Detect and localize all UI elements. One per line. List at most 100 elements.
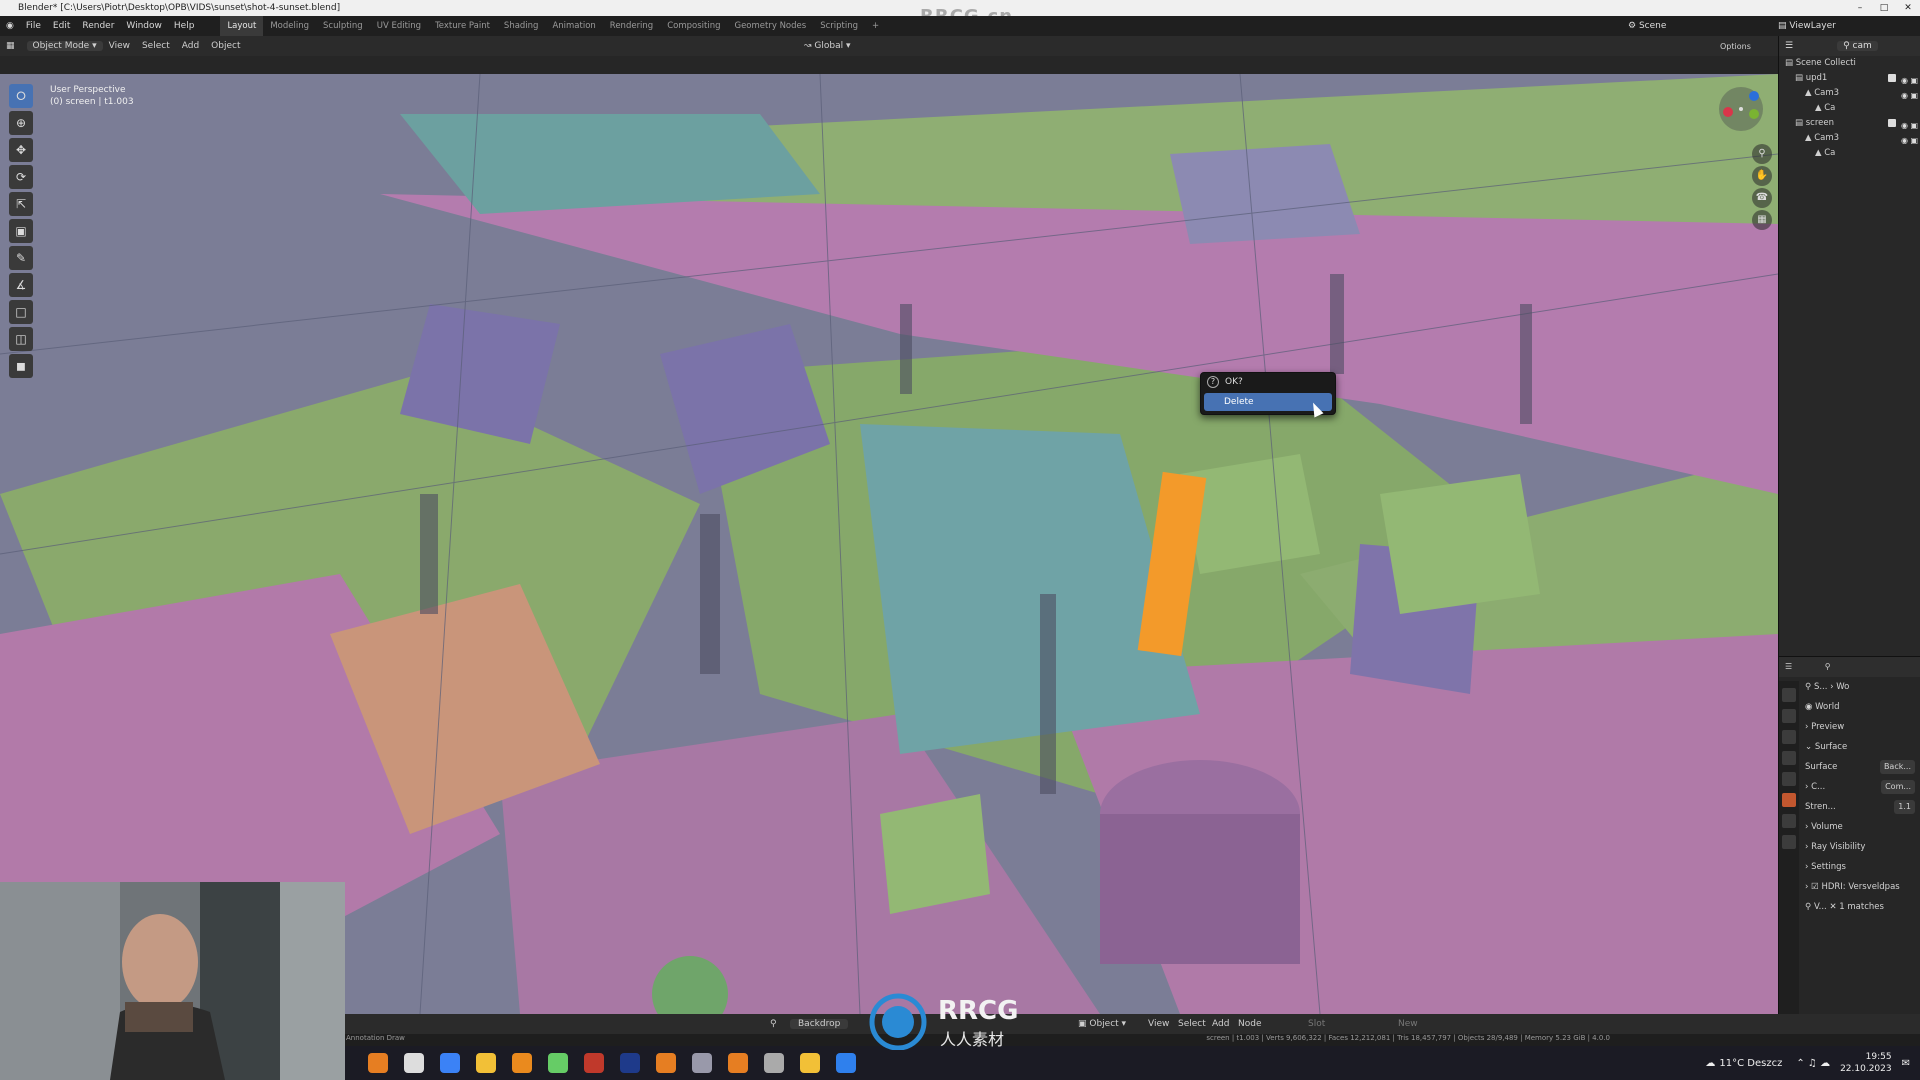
viewlayer-selector[interactable]: ▤ ViewLayer [1778, 21, 1836, 31]
render-tab-icon[interactable] [1782, 709, 1796, 723]
navigation-gizmo[interactable] [1716, 84, 1766, 134]
view-layer-tab-icon[interactable] [1782, 751, 1796, 765]
pan-icon[interactable]: ✋ [1752, 166, 1772, 186]
move-icon[interactable]: ✥ [9, 138, 33, 162]
app-taskbar-icon[interactable] [836, 1053, 856, 1073]
tab-texture-paint[interactable]: Texture Paint [428, 16, 497, 36]
close-icon[interactable]: ✕ [1896, 0, 1920, 16]
exclude-checkbox[interactable] [1888, 119, 1896, 127]
outliner-row[interactable]: ▲ Cam3 ◉ ▣ [1779, 131, 1920, 146]
frame-icon[interactable]: ◼ [9, 354, 33, 378]
maximize-icon[interactable]: □ [1872, 0, 1896, 16]
transform-icon[interactable]: ▣ [9, 219, 33, 243]
tab-compositing[interactable]: Compositing [660, 16, 727, 36]
menu-object[interactable]: Object [205, 41, 246, 51]
tool-tab-icon[interactable] [1782, 688, 1796, 702]
surface-value[interactable]: Back... [1879, 760, 1915, 774]
orientation-dropdown[interactable]: ↝ Global ▾ [798, 41, 857, 51]
menu-render[interactable]: Render [76, 21, 120, 31]
obs-taskbar-icon[interactable] [764, 1053, 784, 1073]
output-tab-icon[interactable] [1782, 730, 1796, 744]
color-value[interactable]: Com... [1881, 780, 1915, 794]
blender-taskbar-icon[interactable] [656, 1053, 676, 1073]
menu-window[interactable]: Window [120, 21, 168, 31]
outliner-row[interactable]: ▲ Cam3 ◉ ▣ [1779, 86, 1920, 101]
menu-select[interactable]: Select [1178, 1019, 1206, 1029]
annotate-icon[interactable]: ✎ [9, 246, 33, 270]
cursor-icon[interactable]: ⊕ [9, 111, 33, 135]
object-type-dropdown[interactable]: ▣ Object ▾ [1078, 1019, 1126, 1029]
app-taskbar-icon[interactable] [692, 1053, 712, 1073]
menu-file[interactable]: File [20, 21, 47, 31]
scale-icon[interactable]: ⇱ [9, 192, 33, 216]
tab-rendering[interactable]: Rendering [603, 16, 660, 36]
object-tab-icon[interactable] [1782, 835, 1796, 849]
tab-shading[interactable]: Shading [497, 16, 546, 36]
collection-tab-icon[interactable] [1782, 814, 1796, 828]
mode-dropdown[interactable]: Object Mode ▾ [26, 41, 103, 51]
menu-node[interactable]: Node [1238, 1019, 1262, 1029]
menu-select[interactable]: Select [136, 41, 176, 51]
extrude-icon[interactable]: ◫ [9, 327, 33, 351]
tab-sculpting[interactable]: Sculpting [316, 16, 370, 36]
tab-scripting[interactable]: Scripting [813, 16, 865, 36]
backdrop-button[interactable]: Backdrop [790, 1019, 849, 1029]
blender-taskbar-icon[interactable] [368, 1053, 388, 1073]
outliner-type-icon[interactable]: ☰ [1785, 41, 1793, 51]
select-box-icon[interactable]: ⭘ [9, 84, 33, 108]
menu-help[interactable]: Help [168, 21, 201, 31]
scene-tab-icon[interactable] [1782, 772, 1796, 786]
tab-animation[interactable]: Animation [545, 16, 602, 36]
blender-taskbar-icon[interactable] [728, 1053, 748, 1073]
explorer-taskbar-icon[interactable] [440, 1053, 460, 1073]
editor-type-icon[interactable]: ▦ [0, 41, 21, 51]
clock[interactable]: 19:55 22.10.2023 [1840, 1051, 1892, 1075]
rotate-icon[interactable]: ⟳ [9, 165, 33, 189]
prop-row-surface[interactable]: Surface Back... [1801, 757, 1920, 777]
prop-row-volume[interactable]: › Volume [1801, 817, 1920, 837]
blender-logo-icon[interactable]: ◉ [0, 21, 20, 31]
notification-icon[interactable]: ✉ [1902, 1058, 1910, 1069]
tray-icons[interactable]: ⌃ ♫ ☁ [1796, 1058, 1830, 1069]
outliner-row[interactable]: ▤ upd1 ◉ ▣ [1779, 71, 1920, 86]
tab-geometry-nodes[interactable]: Geometry Nodes [727, 16, 813, 36]
app-taskbar-icon[interactable] [404, 1053, 424, 1073]
outliner-row[interactable]: ▲ Ca [1779, 101, 1920, 116]
tab-layout[interactable]: Layout [220, 16, 264, 36]
menu-add[interactable]: Add [176, 41, 205, 51]
strength-value[interactable]: 1.1 [1894, 800, 1915, 814]
outliner-row[interactable]: ▤ Scene Collecti [1779, 56, 1920, 71]
record-taskbar-icon[interactable] [584, 1053, 604, 1073]
world-selector[interactable]: ◉ World [1801, 697, 1920, 717]
world-tab-icon[interactable] [1782, 793, 1796, 807]
prop-row-ray-visibility[interactable]: › Ray Visibility [1801, 837, 1920, 857]
zoom-icon[interactable]: ⚲ [1752, 144, 1772, 164]
outliner-row[interactable]: ▲ Ca [1779, 146, 1920, 161]
new-button[interactable]: New [1398, 1019, 1418, 1029]
chrome-taskbar-icon[interactable] [800, 1053, 820, 1073]
menu-edit[interactable]: Edit [47, 21, 76, 31]
minimize-icon[interactable]: – [1848, 0, 1872, 16]
scene-selector[interactable]: ⚙ Scene [1628, 21, 1666, 31]
pin-icon[interactable]: ⚲ [770, 1019, 777, 1029]
prop-row-color[interactable]: › C... Com... [1801, 777, 1920, 797]
outliner-row[interactable]: ▤ screen ◉ ▣ [1779, 116, 1920, 131]
prop-row-surface-panel[interactable]: ⌄ Surface [1801, 737, 1920, 757]
prop-row-strength[interactable]: Stren... 1.1 [1801, 797, 1920, 817]
camera-view-icon[interactable]: ☎ [1752, 188, 1772, 208]
grid-view-icon[interactable]: ▦ [1752, 210, 1772, 230]
prop-row-hdri[interactable]: › ☑ HDRI: Versveldpas [1801, 877, 1920, 897]
menu-view[interactable]: View [103, 41, 136, 51]
add-cube-icon[interactable]: □ [9, 300, 33, 324]
weather-text[interactable]: 11°C Deszcz [1719, 1058, 1782, 1069]
app-taskbar-icon[interactable] [548, 1053, 568, 1073]
3d-viewport[interactable] [0, 74, 1778, 1014]
tab-modeling[interactable]: Modeling [263, 16, 316, 36]
exclude-checkbox[interactable] [1888, 74, 1896, 82]
add-workspace-button[interactable]: + [865, 16, 886, 36]
weather-icon[interactable]: ☁ [1705, 1058, 1715, 1069]
prop-row-preview[interactable]: › Preview [1801, 717, 1920, 737]
tab-uv-editing[interactable]: UV Editing [370, 16, 428, 36]
chrome-taskbar-icon[interactable] [476, 1053, 496, 1073]
prop-search-row[interactable]: ⚲ V... ✕ 1 matches [1801, 897, 1920, 917]
